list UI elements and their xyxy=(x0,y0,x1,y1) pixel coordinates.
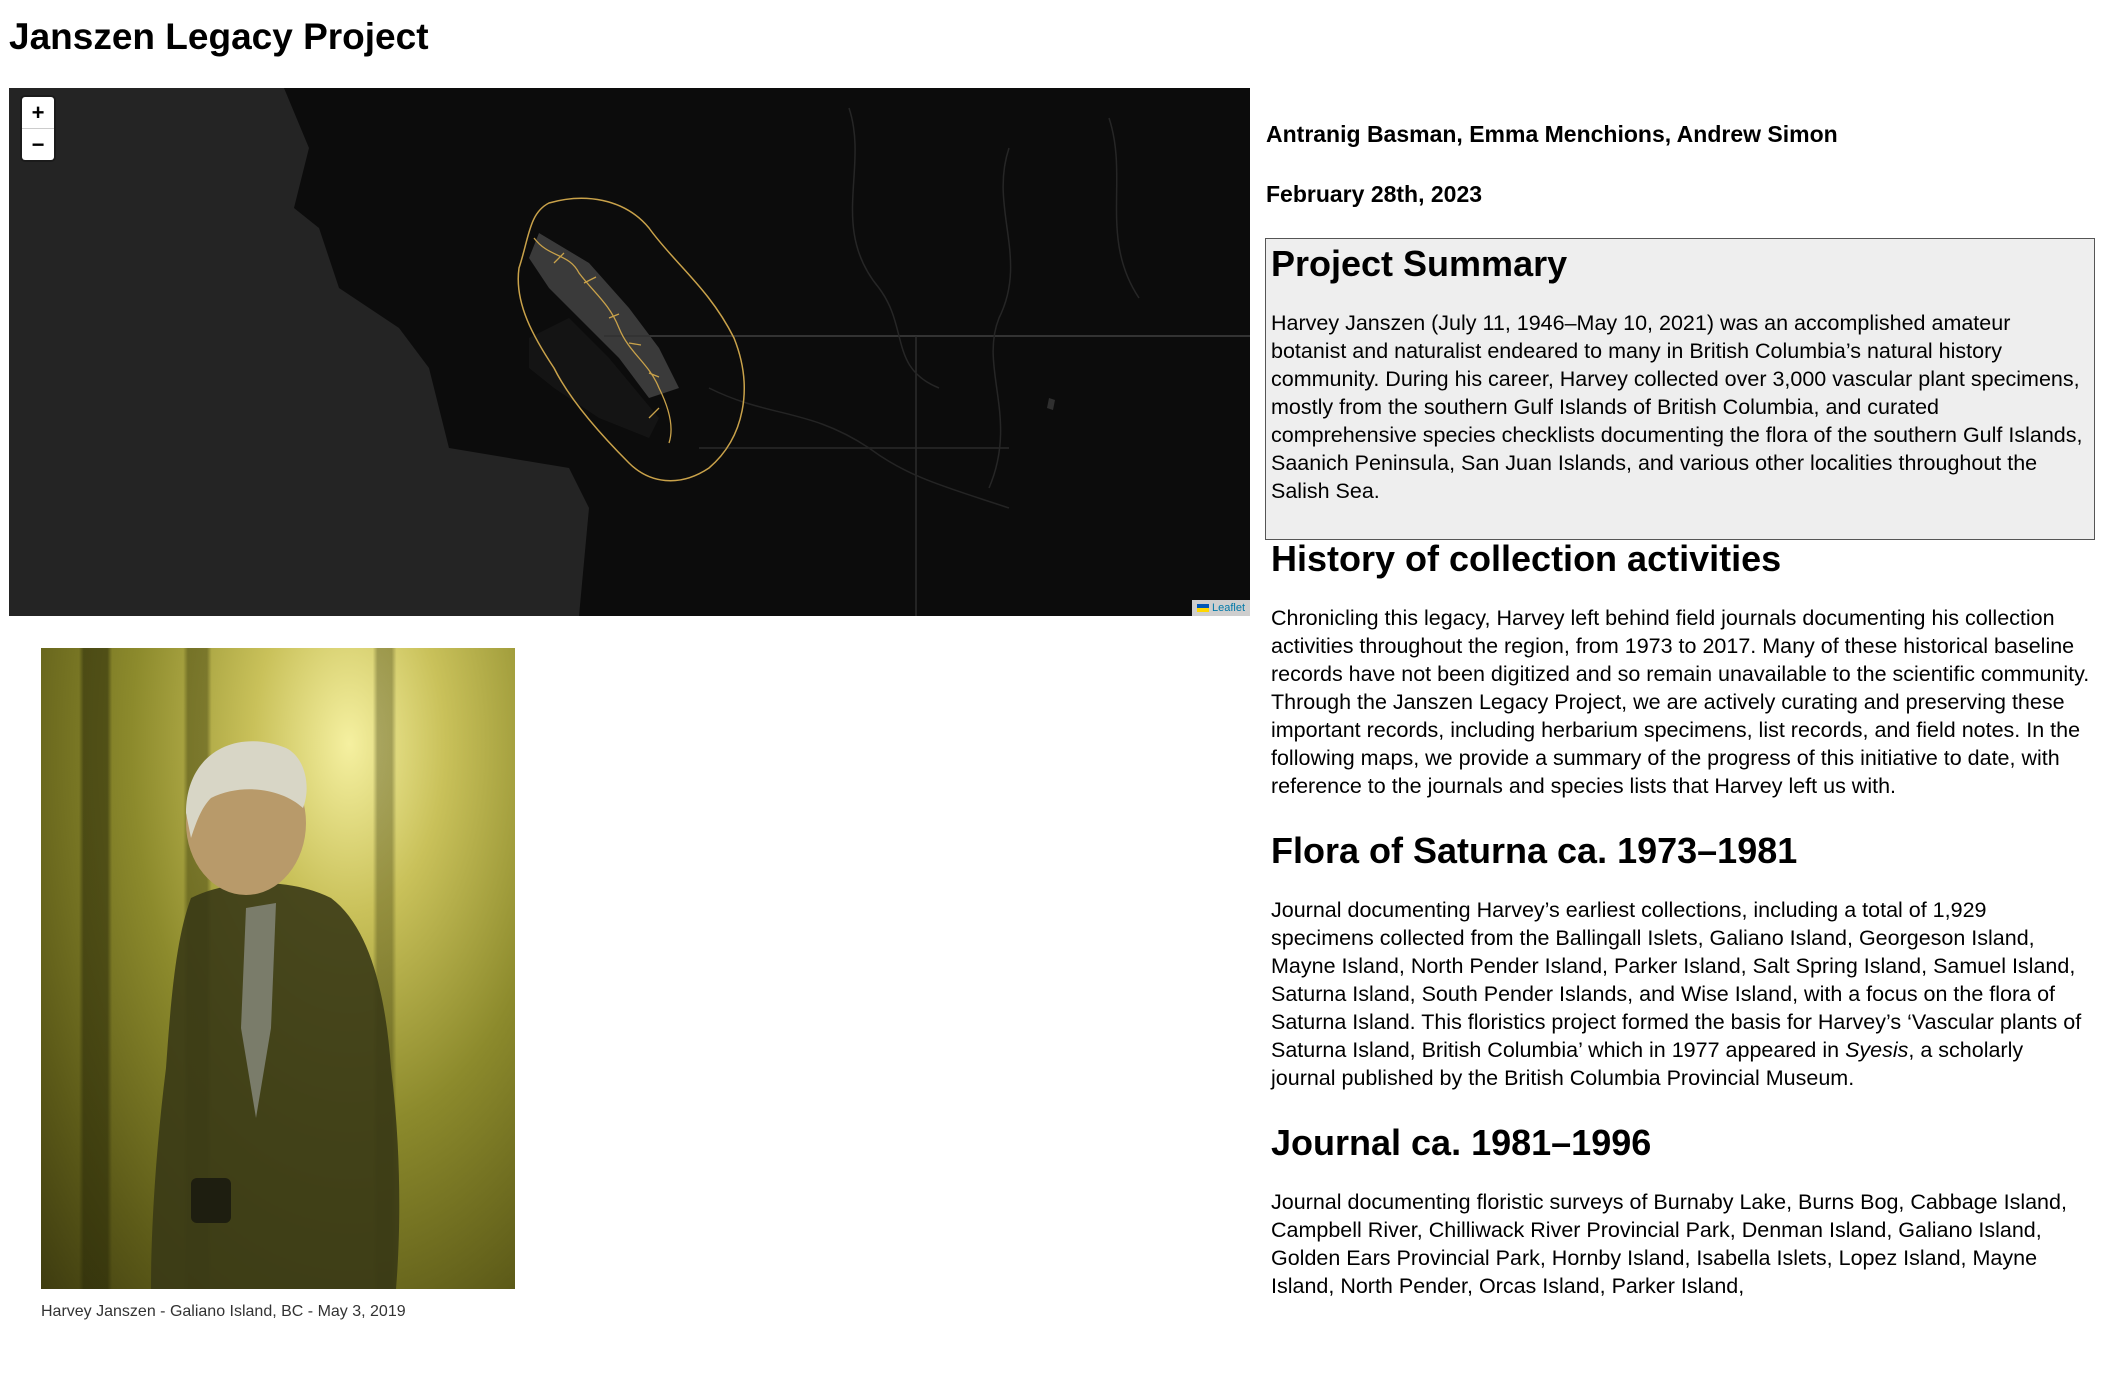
journal-name: Syesis xyxy=(1845,1038,1909,1062)
section-text: Journal documenting Harvey’s earliest co… xyxy=(1271,896,2091,1092)
river xyxy=(848,107,940,389)
portrait-photo xyxy=(41,648,515,1289)
summary-heading: Project Summary xyxy=(1271,243,1568,284)
ukraine-flag-icon xyxy=(1196,604,1209,612)
page-title: Janszen Legacy Project xyxy=(9,16,429,57)
binoculars xyxy=(191,1178,231,1223)
person-silhouette xyxy=(151,741,400,1289)
attribution-link[interactable]: Leaflet xyxy=(1212,602,1245,614)
ocean-area xyxy=(9,88,589,616)
person-body xyxy=(151,883,400,1289)
zoom-in-button[interactable]: + xyxy=(22,97,54,128)
river-2 xyxy=(988,147,1012,489)
main-content: History of collection activities Chronic… xyxy=(1271,538,2091,1330)
section-heading: Journal ca. 1981–1996 xyxy=(1271,1122,1652,1163)
river-3 xyxy=(1108,117,1140,299)
authors: Antranig Basman, Emma Menchions, Andrew … xyxy=(1266,121,1838,147)
lake xyxy=(1047,398,1055,410)
summary-text: Harvey Janszen (July 11, 1946–May 10, 20… xyxy=(1271,311,2083,503)
zoom-control: + − xyxy=(22,97,54,160)
section-text: Chronicling this legacy, Harvey left beh… xyxy=(1271,606,2090,798)
section-text: Journal documenting floristic surveys of… xyxy=(1271,1190,2067,1298)
section-heading: History of collection activities xyxy=(1271,538,1782,579)
photo-caption: Harvey Janszen - Galiano Island, BC - Ma… xyxy=(41,1303,406,1320)
project-summary-box: Project Summary Harvey Janszen (July 11,… xyxy=(1265,238,2095,540)
section-flora-of-saturna: Flora of Saturna ca. 1973–1981 Journal d… xyxy=(1271,830,2091,1092)
meta-block: Antranig Basman, Emma Menchions, Andrew … xyxy=(1266,120,2086,208)
map-attribution: Leaflet xyxy=(1191,600,1250,616)
section-heading: Flora of Saturna ca. 1973–1981 xyxy=(1271,830,1798,871)
basemap xyxy=(9,88,1250,616)
zoom-out-button[interactable]: − xyxy=(22,128,54,160)
section-history: History of collection activities Chronic… xyxy=(1271,538,2091,800)
map-view[interactable]: + − Leaflet xyxy=(9,88,1250,616)
photo-figure: Harvey Janszen - Galiano Island, BC - Ma… xyxy=(41,648,515,1321)
section-journal-1981-1996: Journal ca. 1981–1996 Journal documentin… xyxy=(1271,1122,2091,1300)
publish-date: February 28th, 2023 xyxy=(1266,181,1483,207)
